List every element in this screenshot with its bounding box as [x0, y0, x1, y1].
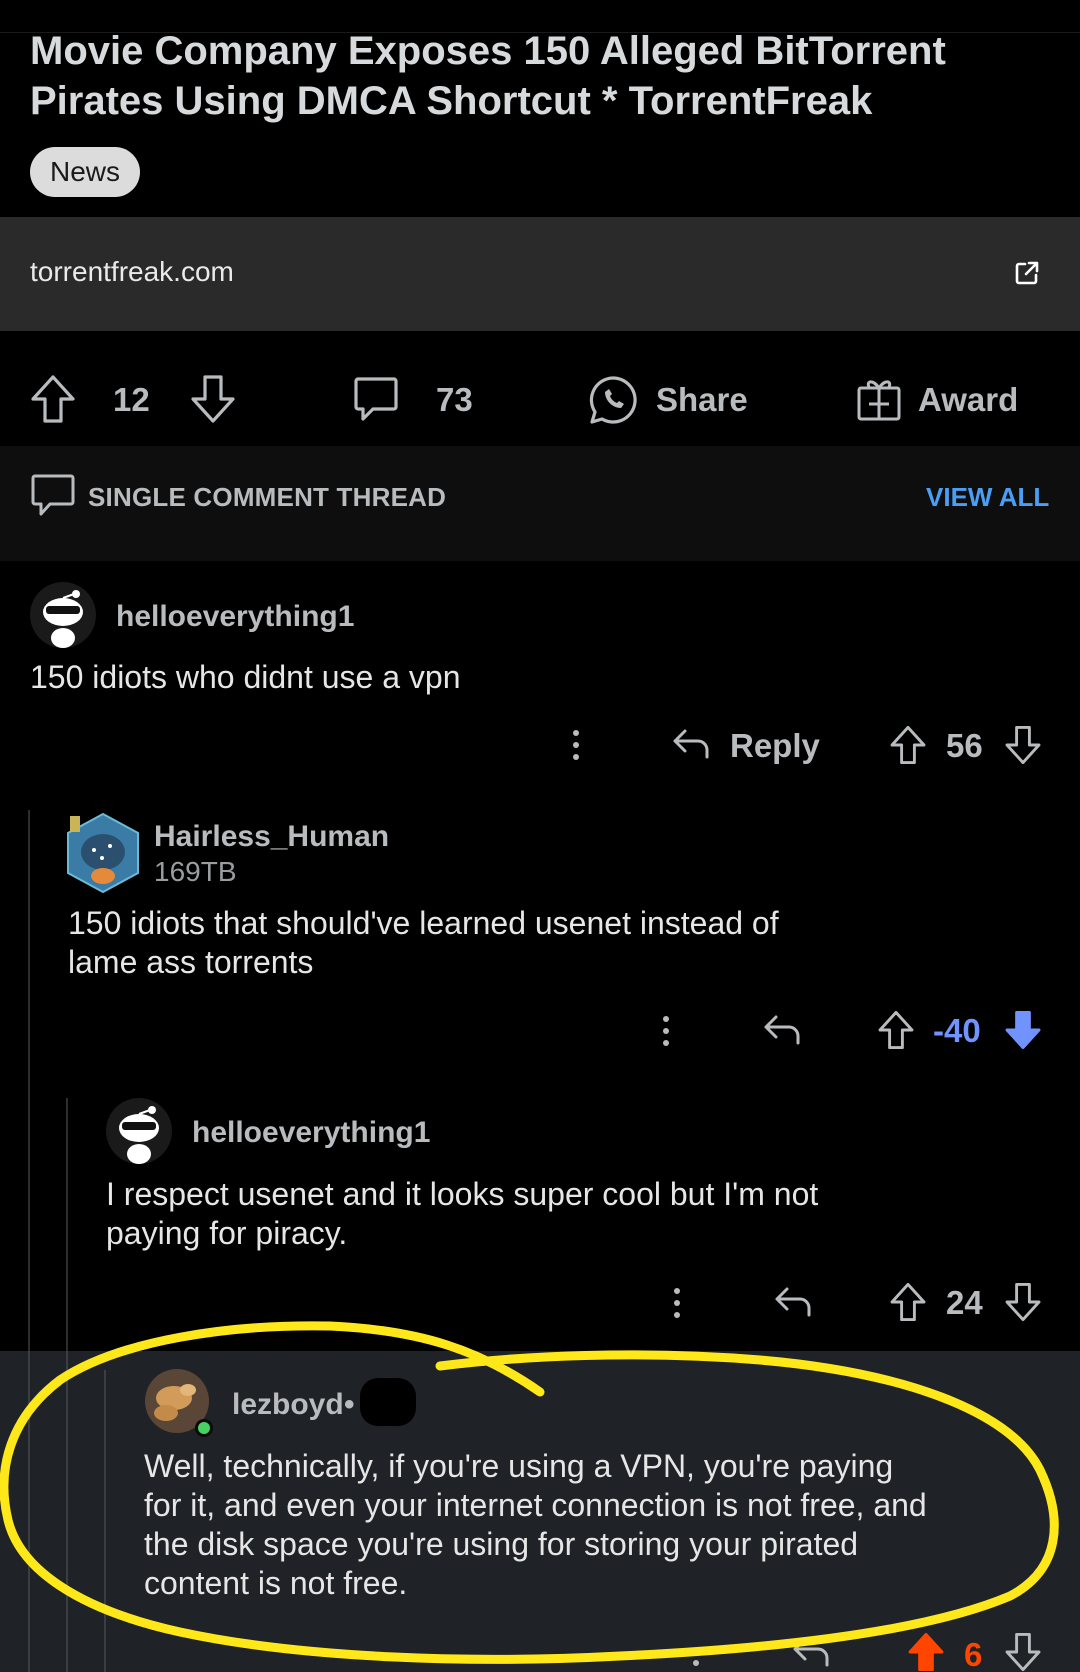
view-all-button[interactable]: VIEW ALL [926, 482, 1049, 513]
comment-username[interactable]: helloeverything1 [116, 600, 354, 634]
post-title[interactable]: Movie Company Exposes 150 Alleged BitTor… [30, 26, 1040, 126]
award-button[interactable]: Award [918, 381, 1018, 419]
comment-score: -40 [933, 1012, 981, 1049]
thread-mode-label: SINGLE COMMENT THREAD [88, 482, 447, 512]
snoo-avatar-icon[interactable] [30, 582, 96, 648]
highlight-annotation-circle [0, 1321, 1059, 1664]
external-link-icon[interactable] [1014, 260, 1040, 286]
post-score: 12 [113, 381, 150, 418]
comment-username[interactable]: Hairless_Human [154, 820, 389, 854]
reply-button[interactable]: Reply [730, 727, 820, 765]
reply-arrow-icon[interactable] [672, 728, 710, 760]
downvote-icon-active[interactable] [1004, 1010, 1042, 1050]
downvote-icon[interactable] [1004, 725, 1042, 765]
link-domain[interactable]: torrentfreak.com [30, 256, 234, 288]
more-options-icon[interactable] [573, 730, 581, 766]
downvote-icon[interactable] [190, 374, 236, 424]
avatar[interactable] [66, 812, 140, 894]
comment-score: 56 [946, 727, 983, 764]
upvote-icon[interactable] [877, 1010, 915, 1050]
comment-thread-icon [31, 474, 75, 516]
comment-text-line: 150 idiots that should've learned usenet… [68, 905, 779, 941]
comment-icon[interactable] [353, 376, 399, 424]
comment-text-line: I respect usenet and it looks super cool… [106, 1176, 819, 1212]
reply-arrow-icon[interactable] [763, 1014, 801, 1046]
comment-username[interactable]: helloeverything1 [192, 1116, 430, 1150]
comment-text-line: lame ass torrents [68, 944, 314, 980]
whatsapp-share-icon[interactable] [587, 374, 639, 426]
user-flair: 169TB [154, 856, 237, 887]
snoo-avatar-icon[interactable] [106, 1098, 172, 1164]
upvote-icon[interactable] [30, 374, 76, 424]
comment-text-line: paying for piracy. [106, 1215, 348, 1251]
post-flair[interactable]: News [30, 147, 141, 197]
gift-award-icon[interactable] [856, 376, 902, 422]
share-button[interactable]: Share [656, 381, 748, 419]
more-options-icon[interactable] [663, 1016, 671, 1052]
upvote-icon[interactable] [889, 725, 927, 765]
comment-count: 73 [436, 381, 473, 418]
comment-text: 150 idiots who didnt use a vpn [30, 659, 461, 695]
